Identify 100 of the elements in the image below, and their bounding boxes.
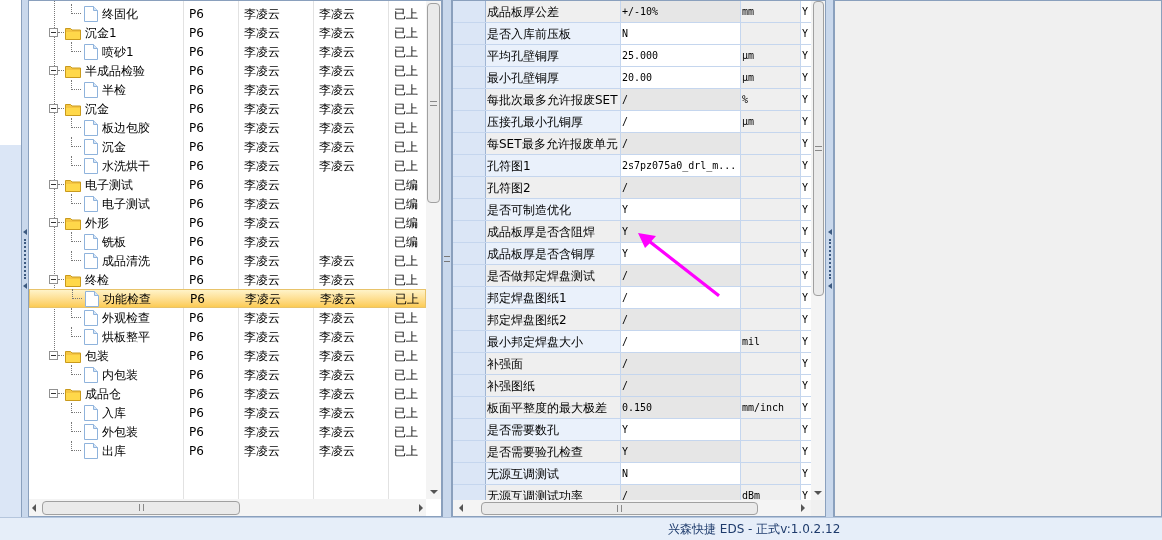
tree-item[interactable]: 喷砂1 [102, 42, 134, 61]
property-value[interactable]: Y [621, 441, 741, 462]
scrollbar-thumb[interactable] [42, 500, 240, 515]
row-header[interactable] [453, 23, 486, 44]
row-header[interactable] [453, 133, 486, 154]
row-header[interactable] [453, 89, 486, 110]
tree-item[interactable]: 板边包胶 [102, 118, 150, 137]
scrollbar-thumb[interactable] [812, 1, 824, 296]
tree-item[interactable]: 半检 [102, 80, 126, 99]
tree-item[interactable]: 外包装 [102, 422, 138, 441]
collapse-toggle[interactable] [49, 351, 58, 360]
property-value[interactable]: / [621, 133, 741, 154]
tree-item[interactable]: 内包装 [102, 365, 138, 384]
property-value[interactable]: 20.00 [621, 67, 741, 88]
scroll-down-icon[interactable] [814, 491, 822, 495]
property-value[interactable]: Y [621, 199, 741, 220]
splitter-grip-icon[interactable] [828, 238, 831, 279]
property-value[interactable]: / [621, 353, 741, 374]
row-header[interactable] [453, 375, 486, 396]
tree-item[interactable]: 半成品检验 [85, 61, 145, 80]
tree-item[interactable]: 出库 [102, 441, 126, 460]
folder-icon [65, 215, 81, 230]
scroll-down-icon[interactable] [429, 490, 438, 494]
property-value[interactable]: / [621, 111, 741, 132]
tree-item[interactable]: 沉金 [85, 99, 109, 118]
property-value[interactable]: / [621, 485, 741, 500]
property-value[interactable]: / [621, 89, 741, 110]
collapse-toggle[interactable] [49, 180, 58, 189]
property-value[interactable]: / [621, 331, 741, 352]
tree-item[interactable]: 功能检查 [103, 289, 151, 308]
property-value[interactable]: Y [621, 243, 741, 264]
row-header[interactable] [453, 353, 486, 374]
collapse-toggle[interactable] [49, 389, 58, 398]
horizontal-scrollbar[interactable] [453, 500, 811, 516]
row-header[interactable] [453, 265, 486, 286]
row-header[interactable] [453, 1, 486, 22]
tree-item[interactable]: 成品仓 [85, 384, 121, 403]
scroll-left-icon[interactable] [32, 503, 36, 512]
collapse-toggle[interactable] [49, 66, 58, 75]
tree-item[interactable]: 成品清洗 [102, 251, 150, 270]
property-value[interactable]: 2s7pz075a0_drl_m... [621, 155, 741, 176]
tree-item[interactable]: 电子测试 [102, 194, 150, 213]
scrollbar-thumb[interactable] [427, 3, 440, 203]
property-value[interactable]: Y [621, 419, 741, 440]
tree-item[interactable]: 水洗烘干 [102, 156, 150, 175]
property-value[interactable]: / [621, 177, 741, 198]
scroll-left-icon[interactable] [459, 504, 463, 512]
splitter-grip-icon[interactable] [444, 255, 450, 262]
property-value[interactable]: / [621, 309, 741, 330]
property-value[interactable]: / [621, 265, 741, 286]
row-header[interactable] [453, 463, 486, 484]
row-header[interactable] [453, 331, 486, 352]
scrollbar-thumb[interactable] [481, 501, 758, 515]
collapse-toggle[interactable] [49, 104, 58, 113]
row-header[interactable] [453, 419, 486, 440]
property-value[interactable]: N [621, 23, 741, 44]
vertical-scrollbar[interactable] [426, 1, 441, 499]
row-header[interactable] [453, 67, 486, 88]
property-value[interactable]: Y [621, 221, 741, 242]
tree-item[interactable]: 沉金1 [85, 23, 117, 42]
property-value[interactable]: 25.000 [621, 45, 741, 66]
scroll-right-icon[interactable] [419, 503, 423, 512]
row-header[interactable] [453, 309, 486, 330]
property-value[interactable]: / [621, 287, 741, 308]
tree-item[interactable]: 外形 [85, 213, 109, 232]
row-header[interactable] [453, 221, 486, 242]
row-header[interactable] [453, 441, 486, 462]
table-cell: 已编 [394, 234, 418, 249]
tree-item[interactable]: 入库 [102, 403, 126, 422]
tree-item[interactable]: 外观检查 [102, 308, 150, 327]
tree-item[interactable]: 烘板整平 [102, 327, 150, 346]
tree-item[interactable]: 电子测试 [85, 175, 133, 194]
tree-item[interactable]: 终固化 [102, 4, 138, 23]
row-header[interactable] [453, 287, 486, 308]
tree-item[interactable]: 包装 [85, 346, 109, 365]
property-value[interactable]: +/-10% [621, 1, 741, 22]
tree-item[interactable]: 终检 [85, 270, 109, 289]
tree-item[interactable]: 沉金 [102, 137, 126, 156]
tree-item[interactable]: 铣板 [102, 232, 126, 251]
row-header[interactable] [453, 397, 486, 418]
property-value[interactable]: N [621, 463, 741, 484]
scroll-right-icon[interactable] [801, 504, 805, 512]
collapse-toggle[interactable] [49, 275, 58, 284]
row-header[interactable] [453, 111, 486, 132]
property-value[interactable]: / [621, 375, 741, 396]
collapse-toggle[interactable] [49, 218, 58, 227]
property-value[interactable]: 0.150 [621, 397, 741, 418]
row-header[interactable] [453, 155, 486, 176]
property-name: 孔符图1 [486, 155, 621, 176]
horizontal-scrollbar[interactable] [29, 499, 426, 516]
vertical-scrollbar[interactable] [811, 1, 825, 500]
table-cell: 李凌云 [244, 196, 280, 211]
row-header[interactable] [453, 45, 486, 66]
document-icon [84, 81, 98, 98]
table-cell: 已上 [394, 253, 418, 268]
row-header[interactable] [453, 199, 486, 220]
row-header[interactable] [453, 177, 486, 198]
row-header[interactable] [453, 243, 486, 264]
collapse-toggle[interactable] [49, 28, 58, 37]
table-cell: P6 [190, 291, 205, 306]
